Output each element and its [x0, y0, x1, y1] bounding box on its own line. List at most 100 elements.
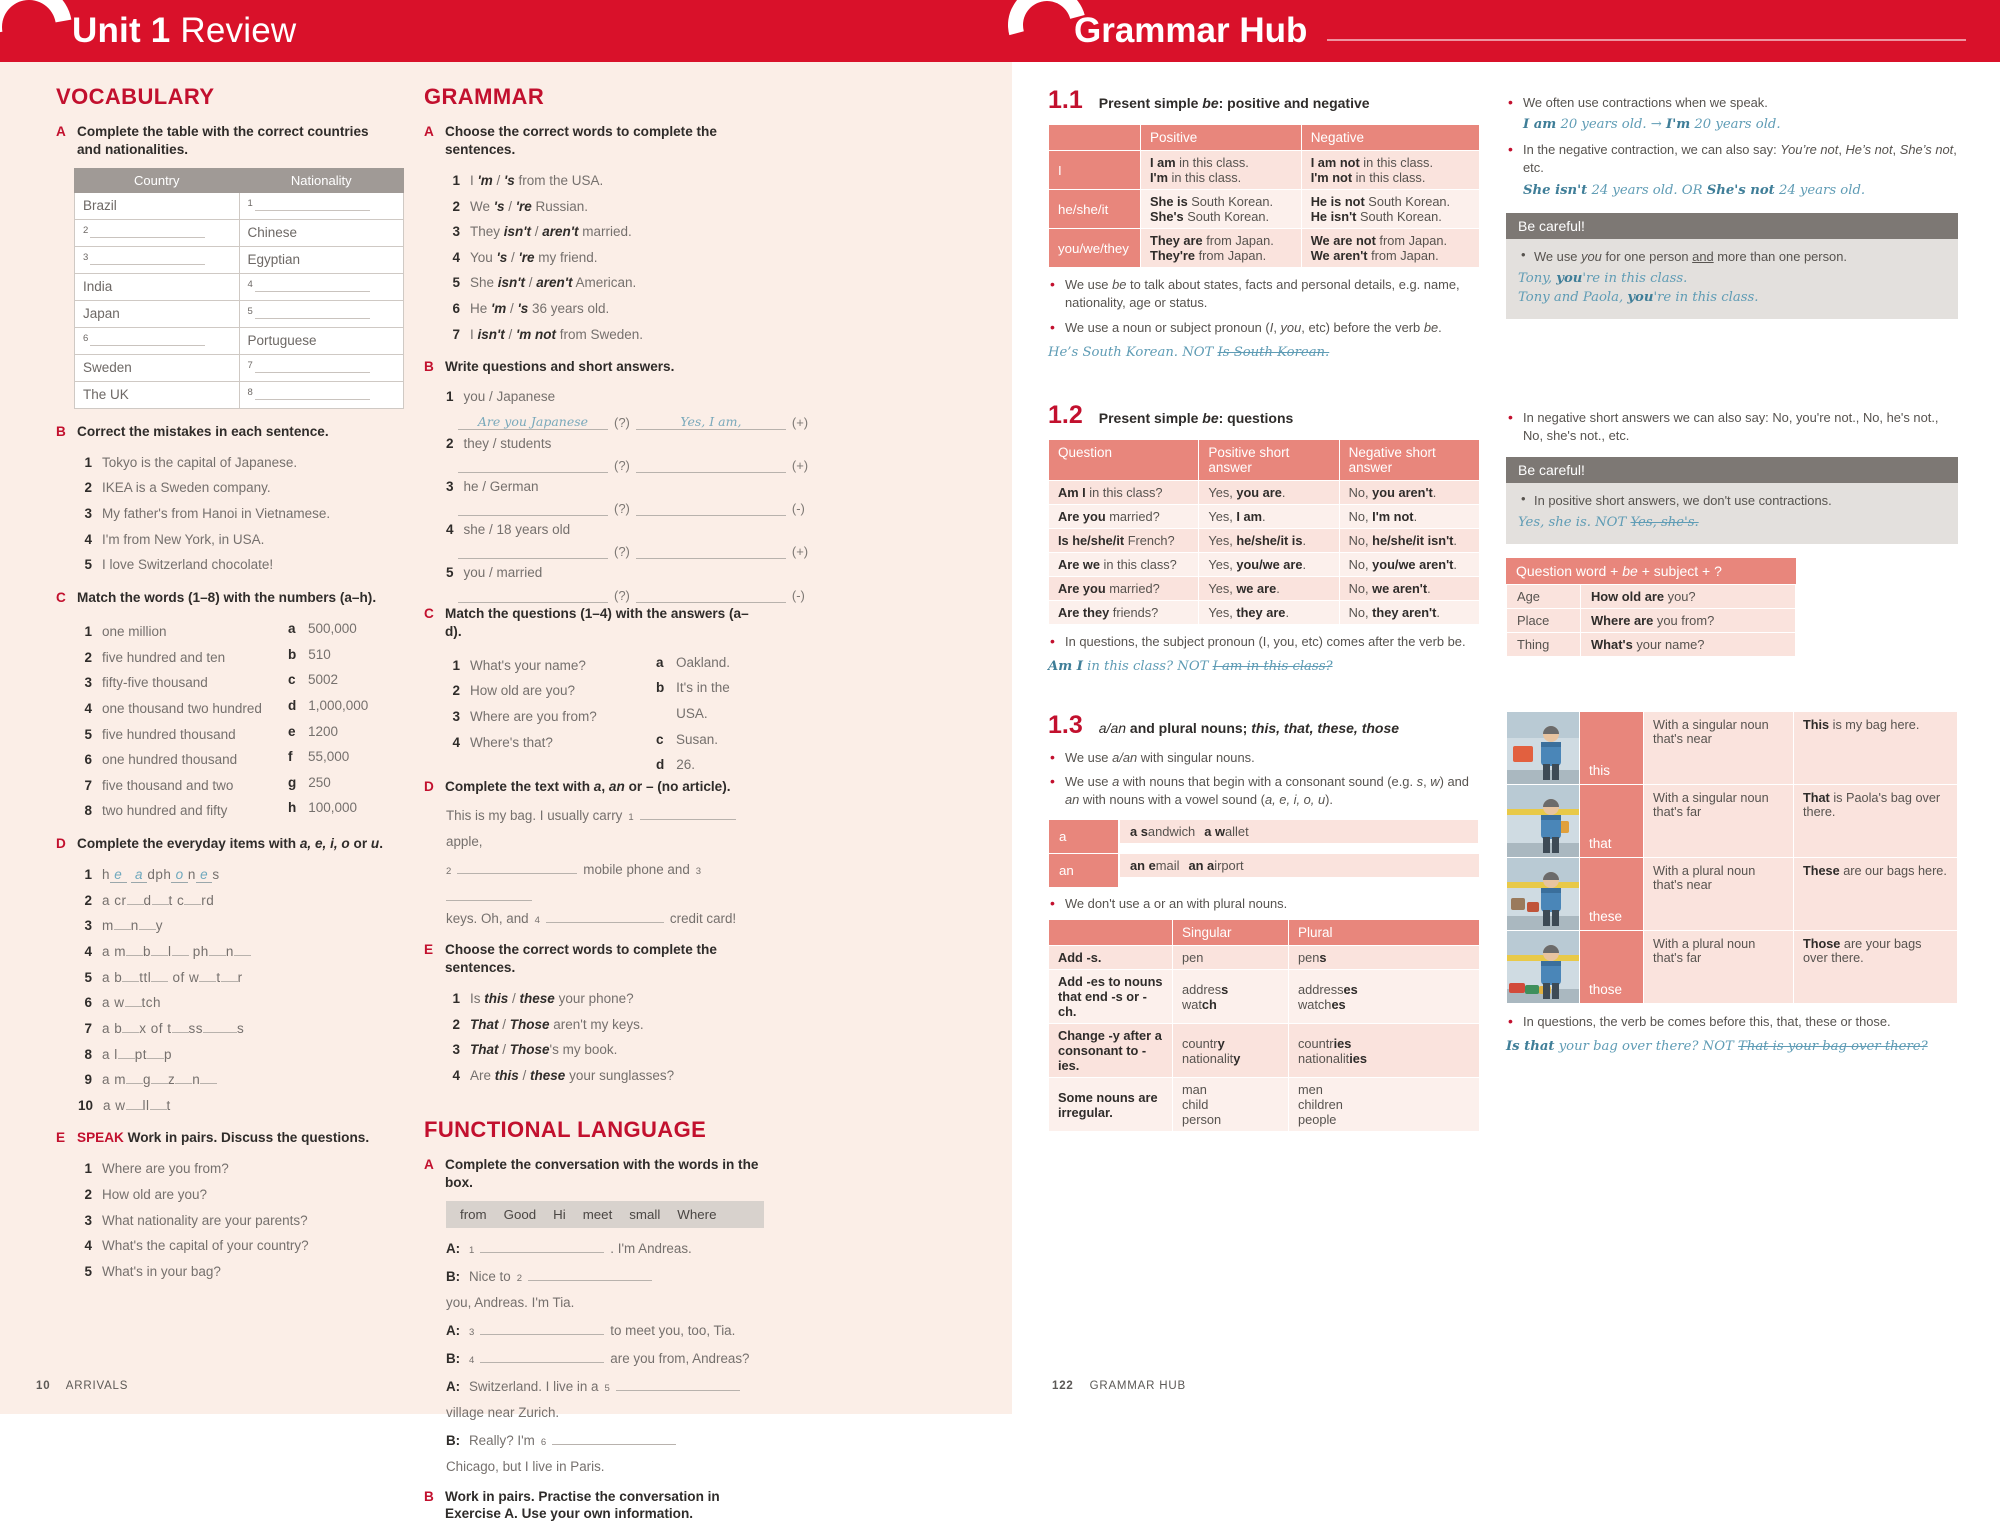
- cell-nationality[interactable]: 8: [238, 380, 404, 409]
- cell-negative-answer: No, we aren't.: [1338, 575, 1481, 601]
- list-item: a Oakland.: [656, 654, 731, 670]
- list-item: 1 you / Japanese: [446, 389, 556, 405]
- list-item: 3 fifty-five thousand: [84, 675, 208, 691]
- word-bank-item[interactable]: meet: [583, 1207, 613, 1222]
- unit-number: Unit 1: [72, 11, 171, 50]
- list-item: 1h e a dph o n e s: [84, 867, 220, 884]
- cell-country[interactable]: 2: [74, 218, 240, 247]
- answer-short[interactable]: [635, 542, 786, 560]
- column-header: Question: [1047, 438, 1200, 481]
- answer-row: Are you Japanese (?) Yes, I am, (+): [458, 410, 808, 430]
- gapfill-line: keys. Oh, and 4 credit card!: [446, 908, 764, 929]
- note-item: We don't use a or an with plural nouns.: [1048, 894, 1480, 914]
- conversation-blank[interactable]: [615, 1376, 740, 1392]
- conversation-blank[interactable]: [552, 1430, 677, 1446]
- cell-example: These are our bags here.: [1793, 856, 1958, 931]
- answer-question[interactable]: [458, 586, 608, 603]
- blank-3[interactable]: [446, 886, 532, 902]
- answer-row: (?) (+): [458, 542, 808, 560]
- exercise-instruction: Complete the conversation with the words…: [445, 1156, 759, 1190]
- header-rule: [1327, 39, 1966, 41]
- cell-nationality[interactable]: Egyptian: [238, 245, 404, 274]
- list-item: 4 Are this / these your sunglasses?: [452, 1068, 675, 1084]
- cell-country[interactable]: Sweden: [74, 353, 240, 382]
- cell-nationality[interactable]: 4: [238, 272, 404, 301]
- answer-question[interactable]: [458, 499, 608, 517]
- list-item: 3 Where are you from?: [452, 708, 597, 724]
- cell-nationality[interactable]: 7: [238, 353, 404, 382]
- cell-country[interactable]: Japan: [74, 299, 240, 328]
- word-bank-item[interactable]: small: [629, 1207, 660, 1222]
- cell-negative-answer: No, they aren't.: [1338, 599, 1481, 625]
- answer-short[interactable]: Yes, I am,: [635, 413, 786, 430]
- blank-1[interactable]: [639, 805, 736, 820]
- answer-question[interactable]: [458, 456, 608, 473]
- footer-label: ARRIVALS: [65, 1380, 129, 1392]
- demonstratives-note: In questions, the verb be comes before t…: [1506, 1012, 1958, 1032]
- cell-negative: I am not in this class. I'm not in this c…: [1300, 150, 1481, 190]
- demonstratives-choice-list: 1 Is this / these your phone? 2 That / Thos…: [446, 986, 764, 1089]
- side-notes: In negative short answers we can also sa…: [1506, 408, 1958, 446]
- conversation-blank[interactable]: [527, 1266, 652, 1281]
- polarity-mark: (-): [791, 587, 805, 603]
- word-bank: from Good Hi meet small Where: [446, 1200, 764, 1228]
- conversation-blank[interactable]: [480, 1320, 605, 1335]
- cell-word: these: [1579, 856, 1644, 931]
- cell-country[interactable]: 3: [74, 245, 240, 274]
- cell-country[interactable]: India: [74, 272, 240, 301]
- be-careful-body: We use you for one person and more than …: [1506, 238, 1958, 320]
- answer-question[interactable]: Are you Japanese: [458, 413, 608, 430]
- cell-positive-answer: Yes, you are.: [1198, 479, 1340, 505]
- note-item: We use a/an with singular nouns.: [1048, 748, 1480, 768]
- blank-2[interactable]: [457, 859, 578, 875]
- cell-country[interactable]: The UK: [74, 380, 240, 409]
- conversation-blank[interactable]: [480, 1238, 605, 1253]
- cell-nationality[interactable]: 1: [238, 191, 404, 220]
- number-words-list: 1 one million 2 five hundred and ten 3 fifty-…: [78, 619, 288, 824]
- grammar-section-1-2: 1.2 Present simple be: questions Questio…: [1047, 401, 1970, 677]
- answer-short[interactable]: [635, 499, 786, 517]
- polarity-mark: (-): [791, 501, 805, 517]
- list-item: 6a w tch: [84, 995, 162, 1011]
- table-row: Am I in this class? Yes, you are. No, you …: [1047, 479, 1481, 505]
- cell-country[interactable]: Brazil: [74, 191, 240, 220]
- list-item: h 100,000: [288, 800, 358, 816]
- cell-nationality[interactable]: Chinese: [238, 218, 404, 247]
- list-item: c 5002: [288, 672, 339, 688]
- speaker-label: A:: [446, 1379, 461, 1395]
- cell-plural: men children people: [1288, 1077, 1480, 1133]
- be-careful-note: We use you for one person and more than …: [1518, 246, 1946, 266]
- answer-short[interactable]: [635, 456, 786, 473]
- column-header: Positive short answer: [1198, 438, 1340, 481]
- exercise-letter: B: [424, 359, 434, 375]
- exercise-instruction: Choose the correct words to complete the…: [445, 124, 717, 157]
- answer-question[interactable]: [458, 542, 608, 560]
- answer-short[interactable]: [635, 586, 786, 603]
- exercise-b-vocab: B Correct the mistakes in each sentence.: [56, 423, 396, 441]
- conversation-blank[interactable]: [480, 1348, 605, 1363]
- cell-nationality[interactable]: 5: [238, 299, 404, 328]
- list-item: 4 she / 18 years old: [446, 522, 571, 538]
- section-title: 1.3 a/an and plural nouns; this, that, t…: [1048, 711, 1480, 740]
- cell-nationality[interactable]: Portuguese: [238, 326, 404, 355]
- exercise-letter: D: [424, 778, 434, 794]
- table-row: those With a plural noun that's far Those …: [1506, 929, 1958, 1004]
- handwritten-example: He’s South Korean. NOT Is South Korean.: [1048, 344, 1330, 360]
- blank-4[interactable]: [545, 908, 664, 924]
- list-item: f 55,000: [288, 749, 350, 765]
- table-header-row: Question Positive short answer Negative sh…: [1047, 438, 1481, 481]
- grammar-hub-header: Grammar Hub: [1012, 0, 2000, 62]
- list-item: 5a b ttl of wtr: [84, 969, 243, 985]
- list-item: 6 one hundred thousand: [84, 752, 238, 768]
- cell-positive: I am in this class. I'm in this class.: [1140, 150, 1302, 190]
- cell-singular: man child person: [1172, 1077, 1289, 1133]
- word-bank-item[interactable]: Where: [677, 1207, 716, 1222]
- exercise-instruction: Choose the correct words to complete the…: [445, 942, 717, 976]
- word-bank-item[interactable]: Good: [504, 1207, 537, 1222]
- word-bank-item[interactable]: Hi: [553, 1207, 566, 1222]
- grammar-section-1-1: 1.1 Present simple be: positive and nega…: [1048, 86, 1970, 363]
- list-item: 2 How old are you?: [84, 1187, 208, 1202]
- list-item: g 250: [288, 774, 331, 790]
- cell-country[interactable]: 6: [74, 326, 240, 355]
- word-bank-item[interactable]: from: [460, 1207, 487, 1222]
